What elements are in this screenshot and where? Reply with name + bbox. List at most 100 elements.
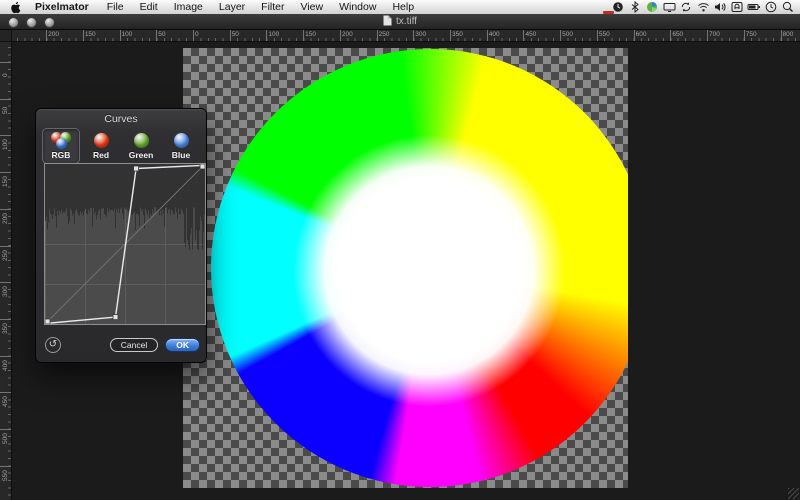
curve-handle[interactable]	[45, 319, 50, 324]
wifi-icon[interactable]	[696, 1, 710, 14]
displays-icon[interactable]	[662, 1, 676, 14]
channel-blue-button[interactable]: Blue	[162, 128, 200, 164]
menu-edit[interactable]: Edit	[132, 0, 166, 14]
ruler-major-tick	[340, 30, 341, 41]
transparency-checkerboard[interactable]	[183, 48, 628, 488]
curve-grid[interactable]	[44, 163, 206, 325]
ruler-label: 0	[195, 31, 199, 38]
channel-rgb-button[interactable]: RGB	[42, 128, 80, 164]
ruler-major-tick	[0, 209, 11, 210]
channel-buttons: RGB Red Green Blue	[41, 128, 201, 166]
zoom-button[interactable]	[44, 17, 55, 28]
curve-handle[interactable]	[200, 164, 205, 169]
channel-icon	[134, 131, 149, 149]
curves-dialog: Curves RGB Red Green Blue ↺ Cancel OK	[35, 108, 207, 363]
ruler-label: 100	[268, 31, 279, 38]
network-pie-icon[interactable]	[645, 1, 659, 14]
pixelmator-screen: PixelmatorFileEditImageLayerFilterViewWi…	[0, 0, 800, 500]
menu-help[interactable]: Help	[384, 0, 422, 14]
ruler-major-tick	[781, 30, 782, 41]
menu-layer[interactable]: Layer	[211, 0, 253, 14]
battery-icon[interactable]	[747, 1, 761, 14]
ruler-label: 200	[48, 31, 59, 38]
ruler-major-tick	[450, 30, 451, 41]
ruler-major-tick	[0, 356, 11, 357]
undo-icon: ↺	[49, 339, 57, 350]
ruler-label: 350	[2, 323, 9, 334]
ruler-major-tick	[707, 30, 708, 41]
red-channel-icon	[94, 133, 109, 148]
channel-label: Green	[129, 150, 154, 160]
channel-green-button[interactable]: Green	[122, 128, 160, 164]
ruler-major-tick	[560, 30, 561, 41]
spotlight-icon[interactable]	[781, 1, 795, 14]
window-title: tx.tiff	[396, 16, 417, 27]
curve-plot[interactable]	[45, 164, 205, 324]
histogram	[45, 164, 205, 250]
ruler-major-tick	[0, 282, 11, 283]
clock-icon[interactable]	[764, 1, 778, 14]
menu-pixelmator[interactable]: Pixelmator	[27, 0, 99, 14]
ruler-label: 100	[2, 140, 9, 151]
ruler-major-tick	[523, 30, 524, 41]
ruler-label: 650	[672, 31, 683, 38]
ruler-label: 500	[2, 433, 9, 444]
ok-button[interactable]: OK	[165, 338, 200, 352]
ruler-major-tick	[634, 30, 635, 41]
cancel-button[interactable]: Cancel	[110, 338, 158, 352]
ruler-major-tick	[670, 30, 671, 41]
volume-icon[interactable]	[713, 1, 727, 14]
ruler-major-tick	[0, 172, 11, 173]
color-wheel-image	[211, 49, 628, 487]
bluetooth-icon[interactable]	[628, 1, 642, 14]
ruler-label: 800	[783, 31, 794, 38]
horizontal-ruler[interactable]: 2001501005005010015020025030035040045050…	[12, 30, 800, 42]
channel-icon	[174, 131, 189, 149]
ruler-label: 200	[2, 213, 9, 224]
window-resize-grip[interactable]	[788, 488, 799, 499]
ruler-label: 50	[158, 31, 165, 38]
ruler-label: 350	[452, 31, 463, 38]
menu-view[interactable]: View	[293, 0, 332, 14]
close-button[interactable]	[8, 17, 19, 28]
channel-label: RGB	[52, 150, 71, 160]
input-menu-icon[interactable]	[730, 1, 744, 14]
channel-label: Red	[93, 150, 109, 160]
ruler-label: 700	[709, 31, 720, 38]
menu-bar: PixelmatorFileEditImageLayerFilterViewWi…	[0, 0, 800, 14]
ruler-label: 50	[2, 106, 9, 113]
menu-filter[interactable]: Filter	[253, 0, 292, 14]
ruler-label: 500	[562, 31, 573, 38]
apple-menu-icon[interactable]	[0, 1, 27, 14]
reset-button[interactable]: ↺	[45, 337, 61, 353]
red-indicator	[603, 11, 614, 14]
title-wrap: tx.tiff	[0, 14, 800, 29]
curve-handle[interactable]	[134, 166, 139, 171]
menu-window[interactable]: Window	[331, 0, 384, 14]
ruler-major-tick	[413, 30, 414, 41]
minimize-button[interactable]	[26, 17, 37, 28]
menu-image[interactable]: Image	[166, 0, 211, 14]
channel-label: Blue	[172, 150, 190, 160]
ruler-major-tick	[0, 99, 11, 100]
vertical-ruler[interactable]: 050100150200250300350400450500550	[0, 42, 12, 500]
window-title-bar[interactable]: tx.tiff	[0, 14, 800, 30]
ruler-major-tick	[266, 30, 267, 41]
ruler-major-tick	[597, 30, 598, 41]
ruler-major-tick	[0, 466, 11, 467]
ruler-major-tick	[0, 392, 11, 393]
ruler-label: 150	[2, 176, 9, 187]
ruler-label: 150	[305, 31, 316, 38]
sync-icon[interactable]	[679, 1, 693, 14]
menu-file[interactable]: File	[99, 0, 132, 14]
menu-bar-status-icons	[611, 1, 800, 14]
channel-red-button[interactable]: Red	[82, 128, 120, 164]
ruler-major-tick	[0, 62, 11, 63]
ruler-major-tick	[83, 30, 84, 41]
curve-handle[interactable]	[113, 315, 118, 320]
channel-icon	[94, 131, 109, 149]
ruler-label: 50	[232, 31, 239, 38]
ruler-label: 300	[2, 286, 9, 297]
ruler-label: 200	[342, 31, 353, 38]
green-channel-icon	[134, 133, 149, 148]
